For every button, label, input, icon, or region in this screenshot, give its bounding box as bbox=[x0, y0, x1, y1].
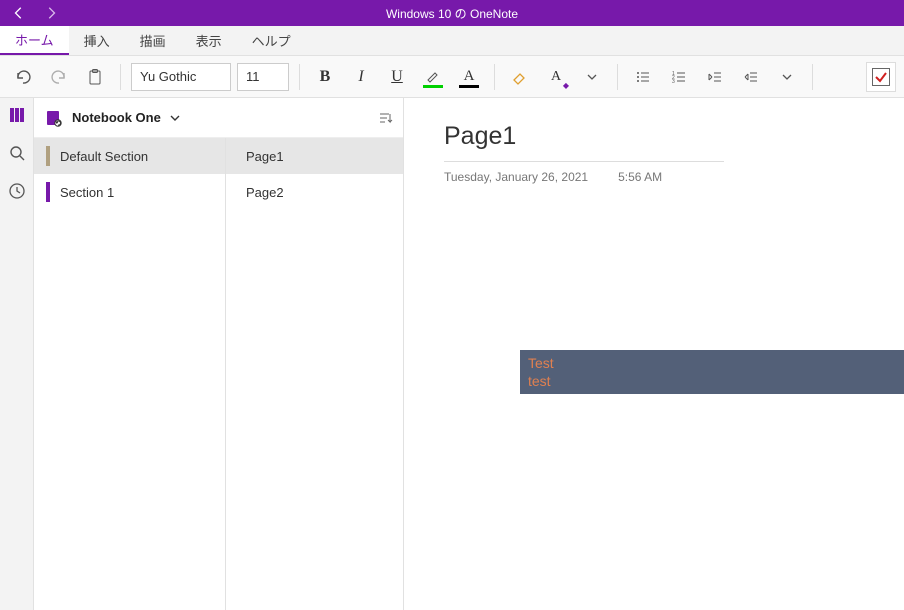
recent-icon[interactable] bbox=[6, 180, 28, 202]
bold-button[interactable]: B bbox=[310, 62, 340, 92]
tab-home[interactable]: ホーム bbox=[0, 26, 69, 55]
undo-button[interactable] bbox=[8, 62, 38, 92]
format-painter-button[interactable]: A ◆ bbox=[541, 62, 571, 92]
font-more-button[interactable] bbox=[577, 62, 607, 92]
tab-help[interactable]: ヘルプ bbox=[237, 26, 306, 55]
bullets-button[interactable] bbox=[628, 62, 658, 92]
underline-button[interactable]: U bbox=[382, 62, 412, 92]
outdent-button[interactable] bbox=[700, 62, 730, 92]
back-button[interactable] bbox=[12, 6, 26, 20]
section-item[interactable]: Section 1 bbox=[34, 174, 225, 210]
page-title[interactable]: Page1 bbox=[444, 122, 724, 162]
toolbar: Yu Gothic 11 B I U A A ◆ 123 bbox=[0, 56, 904, 98]
page-time: 5:56 AM bbox=[618, 170, 662, 184]
redo-button[interactable] bbox=[44, 62, 74, 92]
page-item[interactable]: Page1 bbox=[226, 138, 403, 174]
italic-button[interactable]: I bbox=[346, 62, 376, 92]
section-label: Section 1 bbox=[60, 185, 114, 200]
clear-format-button[interactable] bbox=[505, 62, 535, 92]
font-name-select[interactable]: Yu Gothic bbox=[131, 63, 231, 91]
nav-rail bbox=[0, 98, 34, 610]
notebook-name[interactable]: Notebook One bbox=[72, 110, 161, 125]
window-title: Windows 10 の OneNote bbox=[0, 5, 904, 22]
page-label: Page2 bbox=[246, 185, 284, 200]
forward-button[interactable] bbox=[44, 6, 58, 20]
menubar: ホーム 挿入 描画 表示 ヘルプ bbox=[0, 26, 904, 56]
titlebar: Windows 10 の OneNote bbox=[0, 0, 904, 26]
notebook-icon bbox=[44, 108, 64, 128]
section-item[interactable]: Default Section bbox=[34, 138, 225, 174]
page-item[interactable]: Page2 bbox=[226, 174, 403, 210]
search-icon[interactable] bbox=[6, 142, 28, 164]
sort-icon[interactable] bbox=[377, 110, 393, 126]
selected-text-block[interactable]: Test test bbox=[520, 350, 904, 394]
svg-text:3: 3 bbox=[672, 79, 675, 85]
paragraph-more-button[interactable] bbox=[772, 62, 802, 92]
font-size-select[interactable]: 11 bbox=[237, 63, 289, 91]
pages-list: Page1 Page2 bbox=[226, 138, 403, 610]
block-line: test bbox=[528, 372, 896, 390]
todo-tag-button[interactable] bbox=[866, 62, 896, 92]
highlight-button[interactable] bbox=[418, 62, 448, 92]
tab-insert[interactable]: 挿入 bbox=[69, 26, 125, 55]
section-label: Default Section bbox=[60, 149, 148, 164]
tab-view[interactable]: 表示 bbox=[181, 26, 237, 55]
sections-list: Default Section Section 1 bbox=[34, 138, 226, 610]
block-line: Test bbox=[528, 354, 896, 372]
indent-button[interactable] bbox=[736, 62, 766, 92]
paste-button[interactable] bbox=[80, 62, 110, 92]
page-label: Page1 bbox=[246, 149, 284, 164]
page-date: Tuesday, January 26, 2021 bbox=[444, 170, 588, 184]
nav-panel: Notebook One Default Section Section 1 bbox=[34, 98, 404, 610]
notebooks-icon[interactable] bbox=[6, 104, 28, 126]
font-color-button[interactable]: A bbox=[454, 62, 484, 92]
chevron-down-icon[interactable] bbox=[169, 112, 181, 124]
tab-draw[interactable]: 描画 bbox=[125, 26, 181, 55]
numbering-button[interactable]: 123 bbox=[664, 62, 694, 92]
